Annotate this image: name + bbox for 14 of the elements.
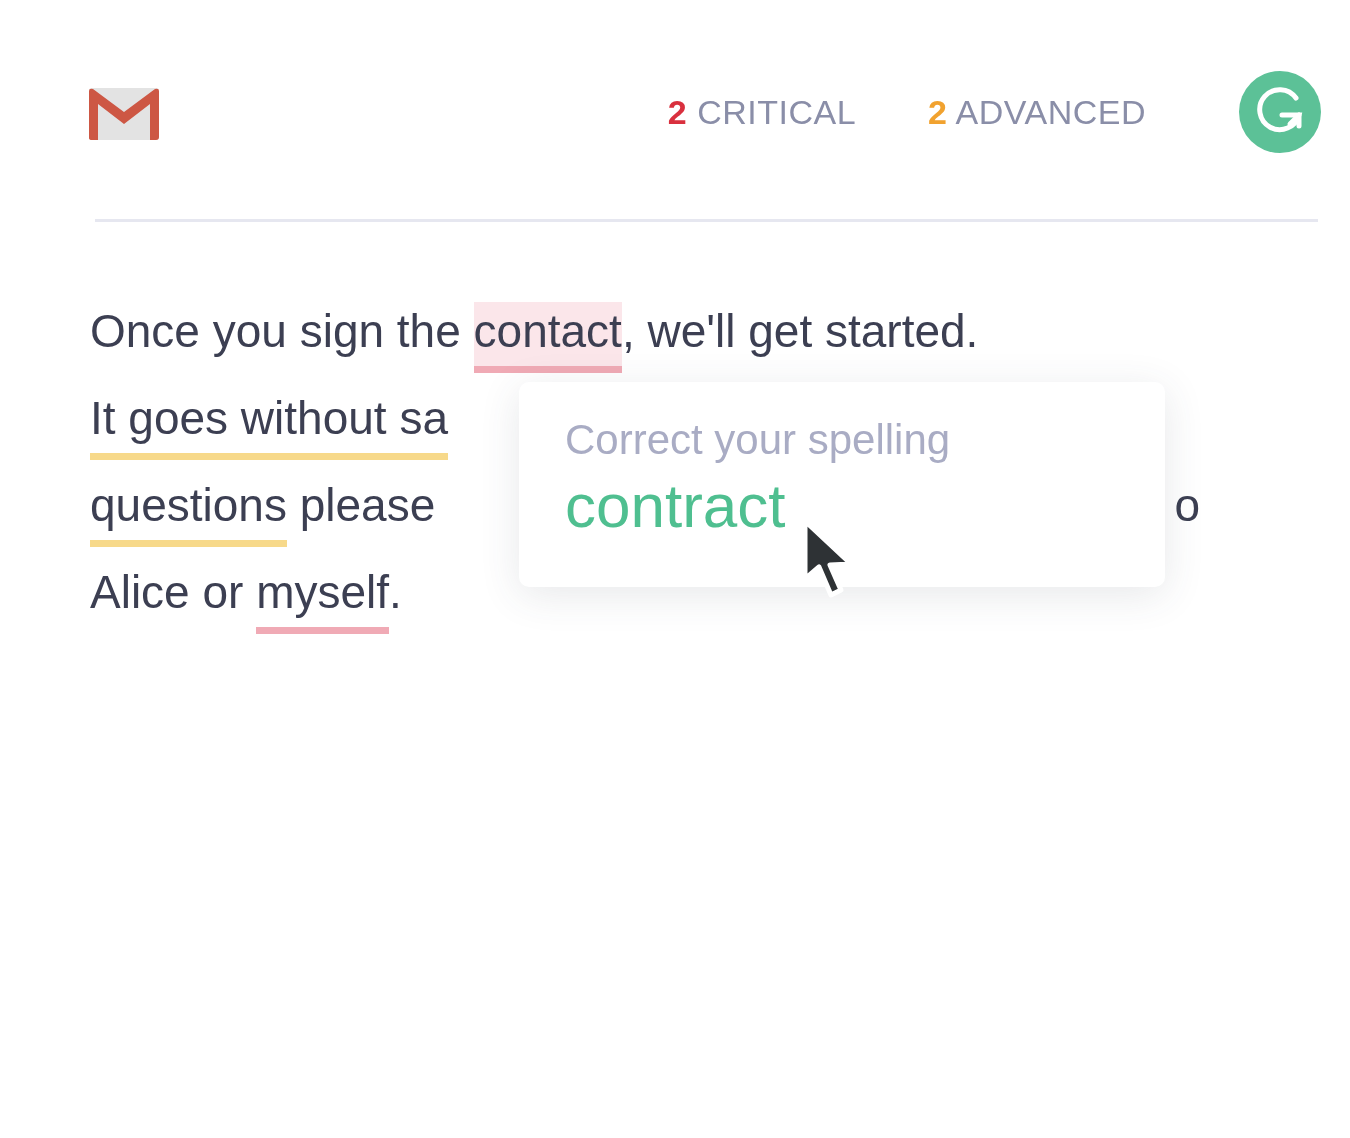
body-text: Once you sign the — [90, 304, 462, 359]
body-text: , we'll get started. — [621, 304, 979, 359]
body-text: o — [1174, 478, 1200, 533]
body-text: please — [298, 478, 436, 533]
issue-counter[interactable]: 2 CRITICAL — [667, 92, 857, 132]
body-text: . — [389, 565, 402, 620]
body-text: Alice or — [90, 565, 245, 620]
critical-word[interactable]: myself — [256, 563, 390, 634]
advanced-phrase[interactable]: questions — [90, 476, 287, 547]
advanced-phrase[interactable]: It goes without sa — [90, 389, 448, 460]
letter-g-icon[interactable] — [1238, 70, 1322, 154]
card-title: Correct your spelling — [565, 415, 952, 465]
mail-icon — [89, 87, 159, 140]
critical-word[interactable]: contact — [473, 302, 622, 373]
